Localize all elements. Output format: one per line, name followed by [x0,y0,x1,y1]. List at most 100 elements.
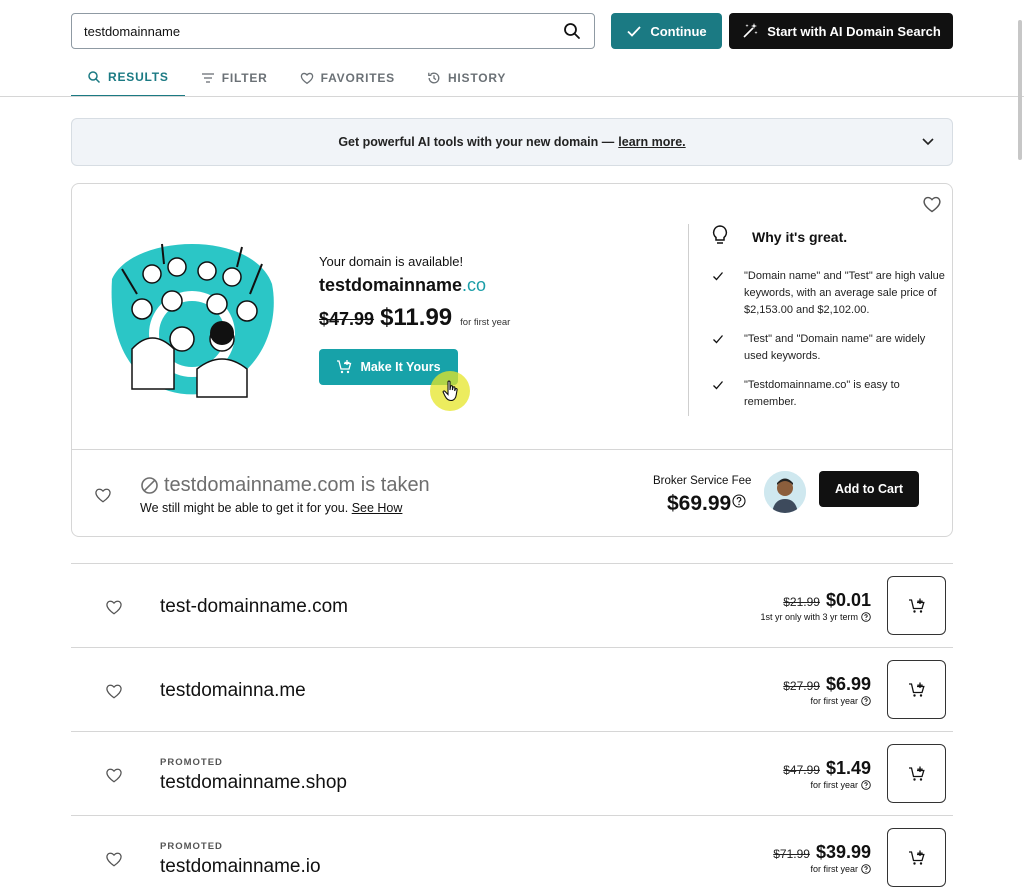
promoted-badge: PROMOTED [160,757,223,768]
chevron-down-icon[interactable] [920,133,936,149]
price-term: 1st yr only with 3 yr term [760,612,858,622]
heart-icon[interactable] [922,194,942,214]
check-icon [627,26,641,37]
scrollbar[interactable] [1018,20,1022,160]
make-it-yours-label: Make It Yours [360,360,441,374]
see-how-link[interactable]: See How [352,501,403,515]
promoted-badge: PROMOTED [160,841,223,852]
domain-name[interactable]: testdomainna.me [160,680,306,702]
add-to-cart-button[interactable]: Add to Cart [819,471,919,507]
price-term: for first year [810,780,858,790]
taken-title-text: testdomainname.com is taken [164,474,430,496]
ai-tools-banner[interactable]: Get powerful AI tools with your new doma… [71,118,953,166]
add-to-cart-button[interactable] [887,744,946,803]
old-price: $21.99 [783,595,820,609]
broker-fee-label: Broker Service Fee [653,475,752,487]
ai-domain-search-button[interactable]: Start with AI Domain Search [729,13,953,49]
featured-domain-name: testdomainname.co [319,275,486,296]
check-icon [713,272,723,281]
magic-wand-icon [743,23,758,38]
price-term: for first year [810,864,858,874]
history-icon [428,72,440,83]
heart-icon[interactable] [105,682,123,700]
heart-icon[interactable] [105,850,123,868]
list-item: test-domainname.com $21.99 $0.01 1st yr o… [71,563,953,647]
ai-domain-search-label: Start with AI Domain Search [767,23,941,39]
heart-icon[interactable] [94,486,112,504]
tab-filter-label: FILTER [221,70,268,85]
heart-icon[interactable] [105,766,123,784]
list-item: PROMOTED testdomainname.io $71.99 $39.99 … [71,815,953,890]
why-item: "Testdomainname.co" is easy to remember. [712,377,947,411]
why-item-text: "Test" and "Domain name" are widely used… [744,333,926,362]
add-to-cart-button[interactable] [887,576,946,635]
why-title: Why it's great. [752,229,848,245]
heart-icon [300,72,313,84]
help-icon[interactable] [732,494,746,508]
domain-name[interactable]: testdomainname.shop [160,772,347,794]
featured-price-note: for first year [460,317,511,328]
featured-price: $47.99 $11.99 for first year [319,304,510,332]
help-icon[interactable] [861,864,871,874]
tab-filter[interactable]: FILTER [185,58,284,97]
new-price: $0.01 [825,590,871,610]
cart-add-icon [337,360,352,374]
taken-subtitle-text: We still might be able to get it for you… [140,501,349,515]
help-icon[interactable] [861,696,871,706]
heart-icon[interactable] [105,598,123,616]
featured-domain-sld: testdomainname [319,275,463,295]
cart-add-icon [908,766,925,781]
availability-text: Your domain is available! [319,254,464,269]
continue-label: Continue [650,23,707,39]
why-item: "Domain name" and "Test" are high value … [712,268,947,319]
new-price: $6.99 [825,674,871,694]
new-price: $1.49 [825,758,871,778]
header-divider [0,96,1024,97]
taken-subtitle: We still might be able to get it for you… [140,501,402,515]
featured-domain-card: Your domain is available! testdomainname… [71,183,953,537]
tab-results[interactable]: RESULTS [71,58,185,97]
crowd-illustration [111,243,274,398]
domain-results-list: test-domainname.com $21.99 $0.01 1st yr o… [71,563,953,890]
add-to-cart-button[interactable] [887,828,946,887]
check-icon [713,335,723,344]
domain-price: $27.99 $6.99 for first year [783,674,871,706]
results-tabs: RESULTS FILTER FAVORITES HISTORY [71,58,522,97]
old-price: $27.99 [783,679,820,693]
domain-price: $21.99 $0.01 1st yr only with 3 yr term [760,590,871,622]
new-price: $39.99 [815,842,871,862]
hand-cursor-icon [442,380,458,402]
old-price: $71.99 [773,847,810,861]
why-item: "Test" and "Domain name" are widely used… [712,331,947,365]
domain-name[interactable]: testdomainname.io [160,856,321,878]
tab-results-label: RESULTS [108,69,169,84]
tab-history[interactable]: HISTORY [411,58,522,97]
featured-domain-tld: .co [462,275,487,295]
list-item: testdomainna.me $27.99 $6.99 for first ye… [71,647,953,731]
why-item-text: "Testdomainname.co" is easy to remember. [744,379,900,408]
help-icon[interactable] [861,780,871,790]
search-icon [88,70,101,83]
learn-more-link[interactable]: learn more. [618,135,685,149]
why-divider [688,224,689,416]
help-icon[interactable] [861,612,871,622]
featured-old-price: $47.99 [319,309,375,329]
domain-name[interactable]: test-domainname.com [160,596,348,618]
banner-text: Get powerful AI tools with your new doma… [338,135,615,149]
domain-price: $71.99 $39.99 for first year [773,842,871,874]
continue-button[interactable]: Continue [611,13,722,49]
why-list: "Domain name" and "Test" are high value … [712,268,947,423]
search-input[interactable]: testdomainname [71,13,595,49]
search-icon[interactable] [562,21,582,41]
add-to-cart-button[interactable] [887,660,946,719]
tab-favorites[interactable]: FAVORITES [284,58,411,97]
domain-price: $47.99 $1.49 for first year [783,758,871,790]
cart-add-icon [908,598,925,613]
list-item: PROMOTED testdomainname.shop $47.99 $1.49… [71,731,953,815]
tab-favorites-label: FAVORITES [320,70,395,85]
card-divider [72,449,952,450]
unavailable-icon [141,477,158,494]
broker-fee-price: $69.99 [667,492,746,516]
tab-history-label: HISTORY [447,70,507,85]
price-term: for first year [810,696,858,706]
